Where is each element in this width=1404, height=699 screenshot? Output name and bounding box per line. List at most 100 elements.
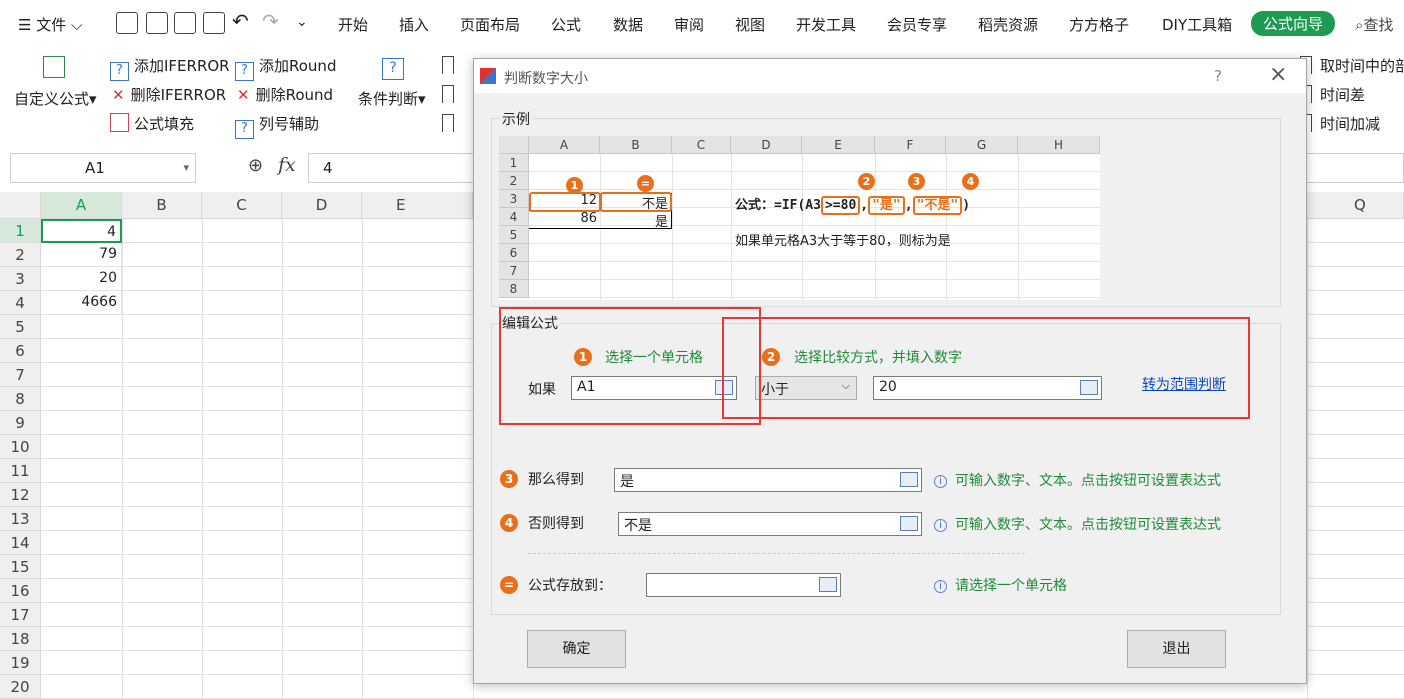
function-icon[interactable]: fx [278,154,296,176]
remove-iferror-button[interactable]: ✕ 删除IFERROR [112,84,226,105]
column-header[interactable]: B [122,192,202,219]
cell-a3[interactable]: 20 [41,267,122,291]
remove-round-label: 删除Round [255,86,334,104]
row-header[interactable]: 1 [0,219,41,243]
zoom-icon[interactable]: ⊕ [248,155,263,176]
tab-formulas[interactable]: 公式 [551,14,581,35]
expression-button-icon[interactable] [900,472,918,487]
store-label: 公式存放到： [528,578,612,594]
row-header[interactable]: 8 [0,387,41,411]
tab-view[interactable]: 视图 [735,14,765,35]
example-grid-line [1018,154,1019,300]
row-header[interactable]: 13 [0,507,41,531]
row-header[interactable]: 9 [0,411,41,435]
name-box[interactable]: A1 ▾ [10,153,196,183]
redo-icon[interactable]: ↷ [262,9,279,33]
row-header[interactable]: 4 [0,291,41,315]
column-header[interactable]: D [282,192,362,219]
annotation-box [722,317,1250,419]
example-col-header: A [529,136,600,154]
dialog-titlebar: 判断数字大小 ? × [474,59,1306,93]
quick-access-dropdown-icon[interactable]: ⌄ [296,14,308,30]
store-hint: i 请选择一个单元格 [934,575,1067,595]
save-icon[interactable] [116,12,138,34]
example-row-header: 5 [499,226,529,244]
condition-judge-button[interactable]: 条件判断▾ [358,88,426,109]
then-value: 是 [620,474,634,490]
exit-button[interactable]: 退出 [1127,630,1226,668]
tab-page-layout[interactable]: 页面布局 [460,14,520,35]
column-header[interactable]: A [41,192,122,219]
marker-3: 3 [908,173,925,190]
custom-formula-button[interactable]: 自定义公式▾ [14,88,97,109]
select-all-corner[interactable] [0,192,41,219]
tab-docer[interactable]: 稻壳资源 [978,14,1038,35]
row-header[interactable]: 3 [0,267,41,291]
example-col-header: H [1018,136,1100,154]
tab-ffcell[interactable]: 方方格子 [1069,14,1129,35]
bookmark-icon[interactable] [442,56,454,74]
row-header[interactable]: 18 [0,627,41,651]
row-header[interactable]: 7 [0,363,41,387]
time-diff-button[interactable]: 时间差 [1300,84,1365,105]
tab-diy-toolbox[interactable]: DIY工具箱 [1162,14,1232,35]
row-header[interactable]: 6 [0,339,41,363]
formula-fill-button[interactable]: 公式填充 [110,113,194,134]
cell-a2[interactable]: 79 [41,243,122,267]
tab-insert[interactable]: 插入 [399,14,429,35]
bookmark-icon[interactable] [442,85,454,103]
row-header[interactable]: 17 [0,603,41,627]
remove-round-button[interactable]: ✕ 删除Round [237,84,333,105]
example-row-header: 2 [499,172,529,190]
formula-yes: "是" [868,196,905,215]
file-menu[interactable]: ☰ 文件 ⌵ [18,14,82,35]
formula-prefix: 公式：=IF(A3 [735,198,821,213]
row-header[interactable]: 16 [0,579,41,603]
row-header[interactable]: 14 [0,531,41,555]
add-iferror-button[interactable]: ? 添加IFERROR [110,55,230,81]
expression-button-icon[interactable] [900,516,918,531]
bookmark-icon[interactable] [442,114,454,132]
extract-time-button[interactable]: 取时间中的部 [1300,55,1404,76]
row-header[interactable]: 11 [0,459,41,483]
row-header[interactable]: 12 [0,483,41,507]
row-header[interactable]: 20 [0,675,41,699]
tab-formula-wizard[interactable]: 公式向导 [1251,11,1336,36]
add-round-button[interactable]: ? 添加Round [235,55,336,81]
custom-formula-label: 自定义公式 [14,90,90,108]
print-icon[interactable] [174,12,196,34]
then-value-input[interactable]: 是 [614,468,922,492]
marker-equals: = [637,175,654,192]
cell-a1[interactable]: 4 [41,219,122,243]
row-header[interactable]: 2 [0,243,41,267]
store-cell-input[interactable] [646,573,841,597]
undo-icon[interactable]: ↶ [232,9,249,33]
column-header[interactable]: E [362,192,473,219]
close-icon[interactable]: × [1269,62,1287,87]
grid-col-line [202,219,203,699]
column-header[interactable]: C [202,192,282,219]
help-icon[interactable]: ? [1214,67,1222,85]
row-header[interactable]: 5 [0,315,41,339]
tab-home[interactable]: 开始 [338,14,368,35]
row-header[interactable]: 15 [0,555,41,579]
tab-data[interactable]: 数据 [613,14,643,35]
column-header[interactable]: Q [1307,192,1404,219]
range-picker-icon[interactable] [819,577,837,592]
time-add-button[interactable]: 时间加减 [1300,113,1380,134]
tab-review[interactable]: 审阅 [674,14,704,35]
grid-col-line [122,219,123,699]
column-assist-button[interactable]: ? 列号辅助 [235,113,319,139]
time-diff-label: 时间差 [1320,86,1366,104]
tab-member[interactable]: 会员专享 [887,14,947,35]
row-header[interactable]: 19 [0,651,41,675]
cell-a4[interactable]: 4666 [41,291,122,315]
else-value-input[interactable]: 不是 [618,512,922,536]
row-header[interactable]: 10 [0,435,41,459]
ok-button[interactable]: 确定 [527,630,626,668]
search-box[interactable]: ⌕查找 [1355,14,1393,35]
fill-icon [110,113,129,132]
print-preview-icon[interactable] [203,12,225,34]
export-icon[interactable] [146,12,168,34]
tab-developer[interactable]: 开发工具 [796,14,856,35]
